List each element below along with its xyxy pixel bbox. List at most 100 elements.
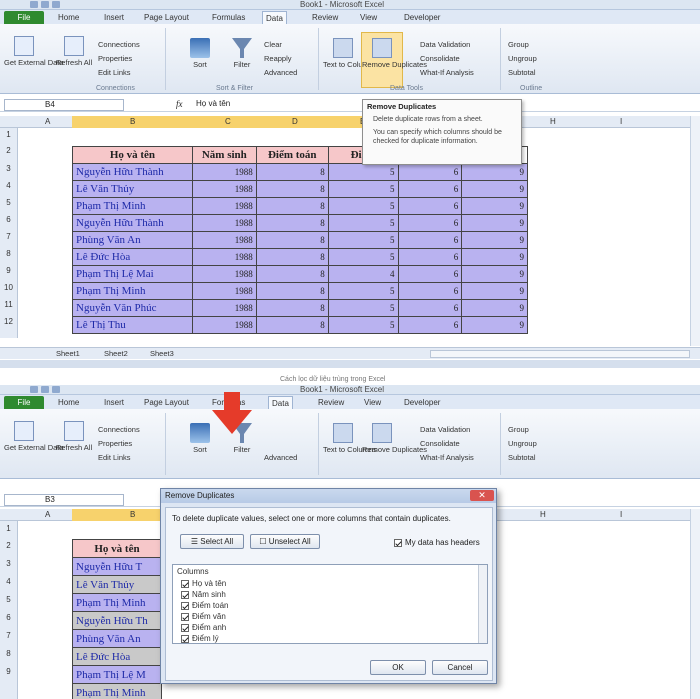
sort-button[interactable]: Sort (180, 38, 220, 69)
my-data-has-headers-checkbox[interactable]: My data has headers (394, 538, 480, 547)
name-box[interactable]: B3 (4, 494, 124, 506)
value-cell[interactable]: 8 (255, 180, 329, 198)
name-cell[interactable]: Phạm Thị Lệ Mai (72, 265, 193, 283)
tab-data[interactable]: Data (262, 11, 287, 24)
tab-insert[interactable]: Insert (104, 396, 124, 409)
value-cell[interactable]: 6 (397, 248, 463, 266)
advanced-button[interactable]: Advanced (264, 68, 297, 77)
name-cell[interactable]: Nguyễn Hữu Thành (72, 214, 193, 232)
header-cell[interactable]: Họ và tên (72, 539, 162, 558)
edit-links-button[interactable]: Edit Links (98, 68, 131, 77)
name-cell[interactable]: Lê Đức Hòa (72, 248, 193, 266)
value-cell[interactable]: 4 (327, 265, 399, 283)
name-cell[interactable]: Phạm Thị Minh (72, 683, 162, 699)
name-cell[interactable]: Lê Thị Thu (72, 316, 193, 334)
value-cell[interactable]: 9 (461, 265, 528, 283)
sheet-tab-1[interactable]: Sheet1 (56, 349, 80, 358)
list-scrollbar[interactable] (478, 565, 487, 643)
value-cell[interactable]: 6 (397, 316, 463, 334)
value-cell[interactable]: 5 (327, 248, 399, 266)
value-cell[interactable]: 8 (255, 197, 329, 215)
value-cell[interactable]: 9 (461, 282, 528, 300)
value-cell[interactable]: 1988 (191, 180, 257, 198)
refresh-all-button[interactable]: Refresh All (54, 36, 94, 67)
header-cell[interactable]: Năm sinh (191, 146, 257, 164)
value-cell[interactable]: 6 (397, 197, 463, 215)
formula-input[interactable]: Họ và tên (196, 99, 230, 108)
value-cell[interactable]: 1988 (191, 265, 257, 283)
sheet-tab-3[interactable]: Sheet3 (150, 349, 174, 358)
select-all-button[interactable]: ☰ Select All (180, 534, 244, 549)
name-cell[interactable]: Nguyễn Hữu Th (72, 611, 162, 630)
name-cell[interactable]: Lê Văn Thủy (72, 575, 162, 594)
close-button[interactable]: ✕ (470, 490, 494, 501)
value-cell[interactable]: 5 (327, 231, 399, 249)
name-cell[interactable]: Nguyễn Hữu Thành (72, 163, 193, 181)
what-if-button[interactable]: What-If Analysis (420, 68, 474, 77)
value-cell[interactable]: 5 (327, 180, 399, 198)
tab-view[interactable]: View (364, 396, 381, 409)
connections-button[interactable]: Connections (98, 425, 140, 434)
data-validation-button[interactable]: Data Validation (420, 425, 470, 434)
value-cell[interactable]: 8 (255, 231, 329, 249)
tab-home[interactable]: Home (58, 11, 79, 24)
value-cell[interactable]: 8 (255, 248, 329, 266)
connections-button[interactable]: Connections (98, 40, 140, 49)
name-cell[interactable]: Phạm Thị Lệ M (72, 665, 162, 684)
value-cell[interactable]: 1988 (191, 163, 257, 181)
tab-data[interactable]: Data (268, 396, 293, 409)
column-checkbox-item[interactable]: Điểm văn (173, 611, 487, 622)
name-cell[interactable]: Phạm Thị Minh (72, 197, 193, 215)
name-cell[interactable]: Lê Đức Hòa (72, 647, 162, 666)
properties-button[interactable]: Properties (98, 54, 132, 63)
horizontal-scrollbar[interactable] (430, 350, 690, 358)
tab-file[interactable]: File (4, 396, 44, 409)
value-cell[interactable]: 5 (327, 214, 399, 232)
unselect-all-button[interactable]: ☐ Unselect All (250, 534, 320, 549)
header-cell[interactable]: Họ và tên (72, 146, 193, 164)
value-cell[interactable]: 1988 (191, 214, 257, 232)
value-cell[interactable]: 9 (461, 299, 528, 317)
get-external-data-button[interactable]: Get External Data (4, 421, 64, 452)
quick-access-toolbar[interactable] (30, 386, 70, 394)
value-cell[interactable]: 9 (461, 214, 528, 232)
name-cell[interactable]: Phùng Văn An (72, 231, 193, 249)
vertical-scrollbar[interactable] (690, 116, 700, 346)
subtotal-button[interactable]: Subtotal (508, 453, 536, 462)
value-cell[interactable]: 1988 (191, 197, 257, 215)
value-cell[interactable]: 6 (397, 163, 463, 181)
tab-developer[interactable]: Developer (404, 396, 440, 409)
value-cell[interactable]: 6 (397, 214, 463, 232)
value-cell[interactable]: 5 (327, 282, 399, 300)
value-cell[interactable]: 5 (327, 299, 399, 317)
name-cell[interactable]: Phùng Văn An (72, 629, 162, 648)
value-cell[interactable]: 6 (397, 282, 463, 300)
value-cell[interactable]: 9 (461, 231, 528, 249)
quick-access-toolbar[interactable] (30, 1, 70, 9)
header-cell[interactable]: Điểm toán (255, 146, 329, 164)
name-cell[interactable]: Lê Văn Thủy (72, 180, 193, 198)
get-external-data-button[interactable]: Get External Data (4, 36, 64, 67)
text-to-columns-button[interactable]: Text to Columns (323, 423, 377, 454)
tab-developer[interactable]: Developer (404, 11, 440, 24)
reapply-button[interactable]: Reapply (264, 54, 292, 63)
what-if-button[interactable]: What-If Analysis (420, 453, 474, 462)
value-cell[interactable]: 9 (461, 180, 528, 198)
value-cell[interactable]: 5 (327, 316, 399, 334)
remove-duplicates-button[interactable]: Remove Duplicates (362, 423, 427, 454)
value-cell[interactable]: 9 (461, 197, 528, 215)
column-checkbox-item[interactable]: Điểm anh (173, 622, 487, 633)
value-cell[interactable]: 6 (397, 265, 463, 283)
name-cell[interactable]: Nguyễn Văn Phúc (72, 299, 193, 317)
tab-home[interactable]: Home (58, 396, 79, 409)
value-cell[interactable]: 6 (397, 180, 463, 198)
column-checkbox-item[interactable]: Điểm lý (173, 633, 487, 643)
value-cell[interactable]: 1988 (191, 231, 257, 249)
value-cell[interactable]: 9 (461, 248, 528, 266)
tab-view[interactable]: View (360, 11, 377, 24)
clear-button[interactable]: Clear (264, 40, 282, 49)
tab-file[interactable]: File (4, 11, 44, 24)
value-cell[interactable]: 8 (255, 282, 329, 300)
value-cell[interactable]: 8 (255, 214, 329, 232)
tab-review[interactable]: Review (312, 11, 338, 24)
